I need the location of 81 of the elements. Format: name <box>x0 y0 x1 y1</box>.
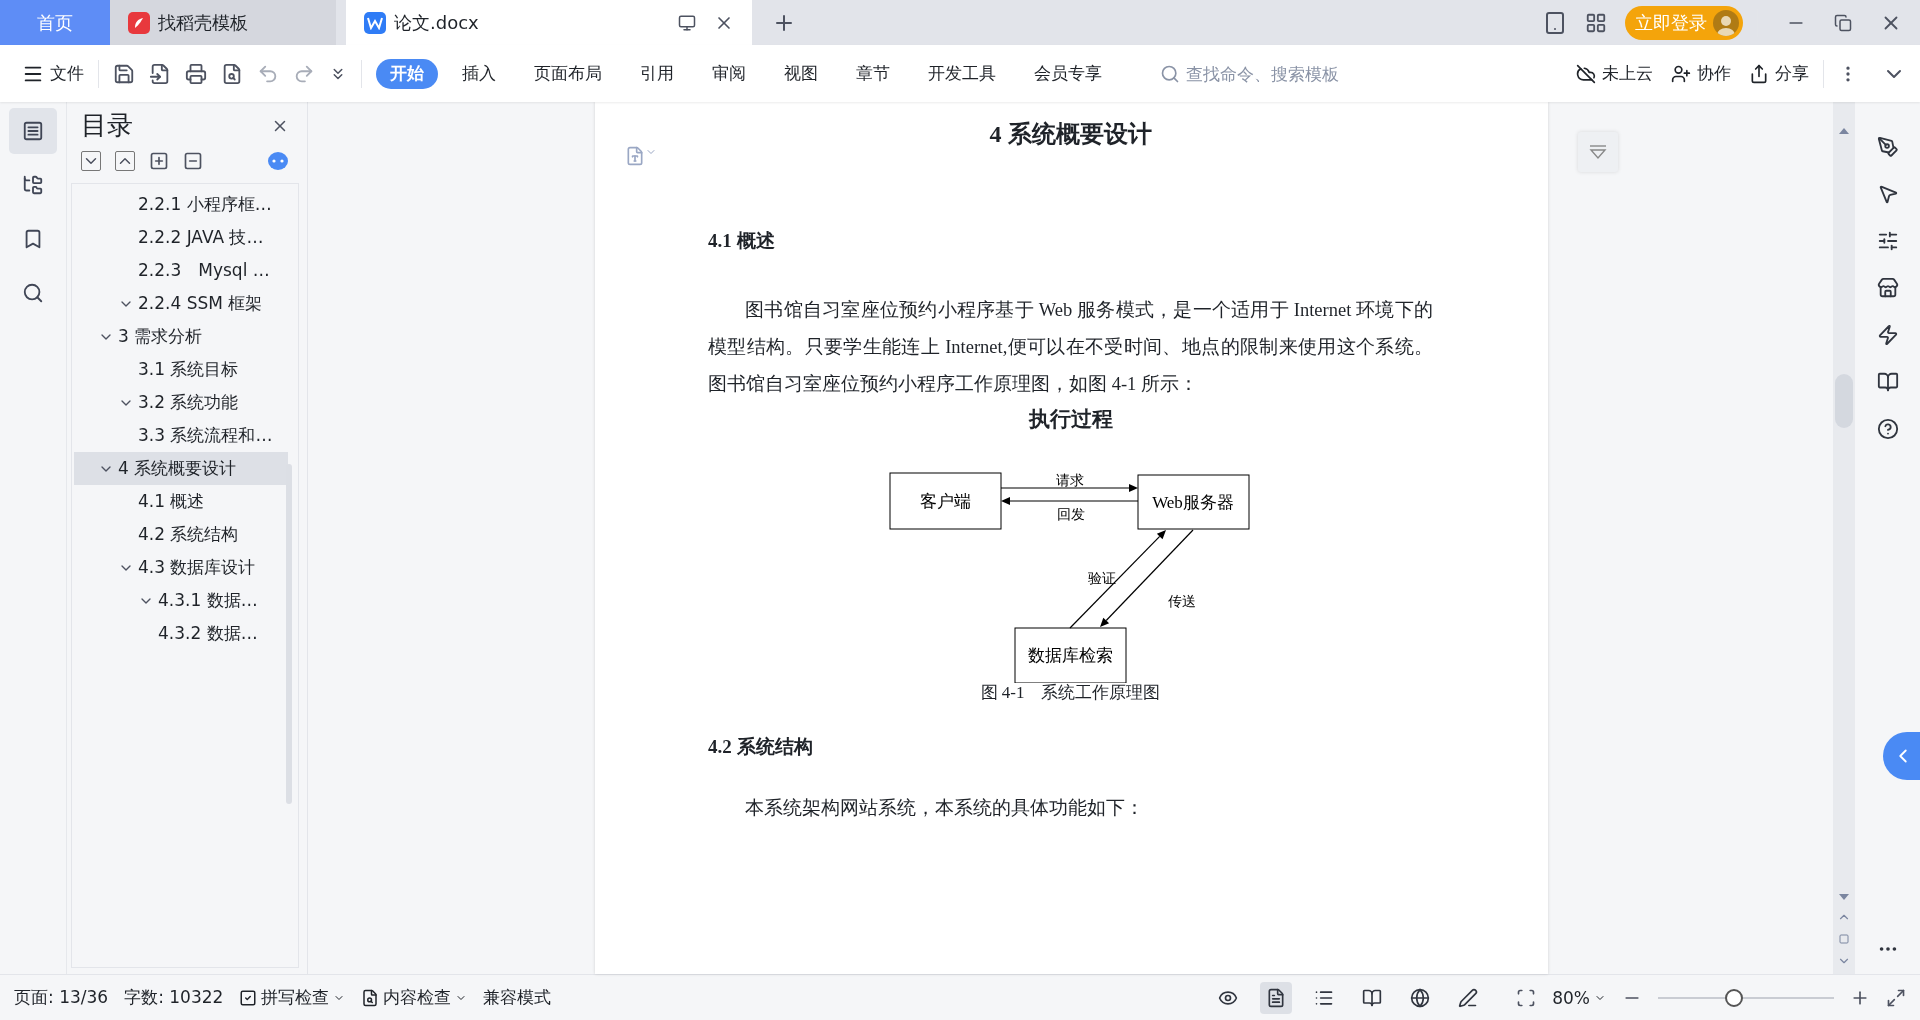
arrow-label: 回发 <box>1057 507 1085 522</box>
print-icon[interactable] <box>185 62 207 85</box>
scroll-down-icon[interactable] <box>1839 894 1849 900</box>
toc-item[interactable]: 4.1 概述 <box>74 485 288 518</box>
toc-item[interactable]: 4.3.1 数据… <box>74 584 288 617</box>
filter-icon <box>1588 144 1608 160</box>
help-icon[interactable] <box>1876 418 1899 440</box>
check-box-icon <box>239 988 258 1007</box>
compat-mode: 兼容模式 <box>483 986 552 1009</box>
toc-item-selected[interactable]: 4 系统概要设计 <box>74 452 288 485</box>
toc-item[interactable]: 4.3.2 数据… <box>74 617 288 650</box>
figure-title: 执行过程 <box>1027 406 1114 433</box>
arrow-label: 验证 <box>1088 571 1116 586</box>
template-logo-icon <box>128 11 150 34</box>
paragraph: 本系统架构网站系统，本系统的具体功能如下： <box>744 797 1145 820</box>
toc-item[interactable]: 2.2.4 SSM 框架 <box>74 287 288 320</box>
fullscreen-icon[interactable] <box>1886 987 1906 1008</box>
ribbon-tab[interactable]: 页面布局 <box>520 58 616 89</box>
lightning-icon[interactable] <box>1876 324 1899 346</box>
content-check-button[interactable]: 内容检查 <box>361 986 468 1009</box>
ai-assistant-icon[interactable] <box>267 151 289 171</box>
toc-item[interactable]: 3.1 系统目标 <box>74 353 288 386</box>
cloud-icon <box>1576 63 1596 84</box>
window-tab[interactable]: 论文.docx <box>346 0 752 45</box>
document-search-icon <box>361 988 380 1007</box>
arrow-label: 请求 <box>1056 473 1084 488</box>
store-icon[interactable] <box>1876 277 1899 299</box>
panel-title: 目录 <box>81 109 133 142</box>
collapse-icon[interactable] <box>115 151 135 171</box>
toc-item[interactable]: 3.3 系统流程和… <box>74 419 288 452</box>
paragraph: 图书馆自习室座位预约小程序基于 Web 服务模式，是一个适用于 Internet 环境下的模型结构。只要学生能连上 Internet,便可以在不受时间、地点的限制来使用这个系统。图书馆自习室座位预约小程序工作原理图，如图 4-1 所示： <box>708 299 1433 396</box>
file-menu[interactable]: 文件 <box>22 62 84 85</box>
arrow-label: 传送 <box>1168 594 1196 609</box>
avatar-icon <box>1713 9 1739 36</box>
client-node: 客户端 <box>889 472 1002 530</box>
ribbon-tab[interactable]: 章节 <box>842 58 904 89</box>
toolbar-action[interactable]: 协作 <box>1671 62 1731 85</box>
toc-item[interactable]: 4.2 系统结构 <box>74 518 288 551</box>
ribbon-tab[interactable]: 插入 <box>448 58 510 89</box>
spell-check-button[interactable]: 拼写检查 <box>239 986 346 1009</box>
page-count: 页面: 13/36 <box>14 986 109 1009</box>
sliders-icon[interactable] <box>1876 230 1899 252</box>
ribbon-tab[interactable]: 审阅 <box>698 58 760 89</box>
toc-item[interactable]: 4.3 数据库设计 <box>74 551 288 584</box>
section-heading: 4.2 系统结构 <box>708 735 814 759</box>
save-icon[interactable] <box>113 62 135 85</box>
monitor-icon[interactable] <box>678 13 696 32</box>
figure-caption: 图 4-1 系统工作原理图 <box>979 682 1162 704</box>
toc-item[interactable]: 3 需求分析 <box>74 320 288 353</box>
heading: 4 系统概要设计 <box>988 120 1153 149</box>
share-icon <box>1749 63 1769 84</box>
toc-item[interactable]: 2.2.3 Mysql … <box>74 254 288 287</box>
add-level-icon[interactable] <box>149 151 169 171</box>
toc-item[interactable]: 2.2.1 小程序框… <box>74 188 288 221</box>
ribbon-tab[interactable]: 会员专享 <box>1020 58 1116 89</box>
contents-icon[interactable] <box>9 108 57 154</box>
database-node: 数据库检索 <box>1014 627 1127 683</box>
slider-thumb[interactable] <box>1724 988 1743 1007</box>
zoom-level[interactable]: 80% <box>1552 987 1606 1008</box>
window-tab[interactable]: 找稻壳模板 <box>110 0 336 45</box>
collapse-panel-button[interactable] <box>1883 732 1920 780</box>
remove-level-icon[interactable] <box>183 151 203 171</box>
toc-item[interactable]: 2.2.2 JAVA 技… <box>74 221 288 254</box>
writer-logo-icon <box>364 11 386 34</box>
page-view-icon[interactable] <box>1260 981 1293 1014</box>
section-heading: 4.1 概述 <box>708 229 776 253</box>
add-user-icon <box>1671 63 1691 84</box>
ribbon-tab[interactable]: 引用 <box>626 58 688 89</box>
word-count: 字数: 10322 <box>124 986 224 1009</box>
ribbon-tab[interactable]: 开发工具 <box>914 58 1010 89</box>
toolbar-action[interactable]: 分享 <box>1749 62 1809 85</box>
print-preview-icon[interactable] <box>221 62 243 85</box>
toolbar-action[interactable]: 未上云 <box>1576 62 1653 85</box>
server-node: Web服务器 <box>1137 474 1250 530</box>
toc-item[interactable]: 3.2 系统功能 <box>74 386 288 419</box>
expand-icon[interactable] <box>81 151 101 171</box>
scroll-up-icon[interactable] <box>1839 128 1849 134</box>
ribbon-tab[interactable]: 视图 <box>770 58 832 89</box>
search-icon <box>1160 63 1180 84</box>
fit-page-icon[interactable] <box>1516 987 1537 1008</box>
export-icon[interactable] <box>149 62 171 85</box>
